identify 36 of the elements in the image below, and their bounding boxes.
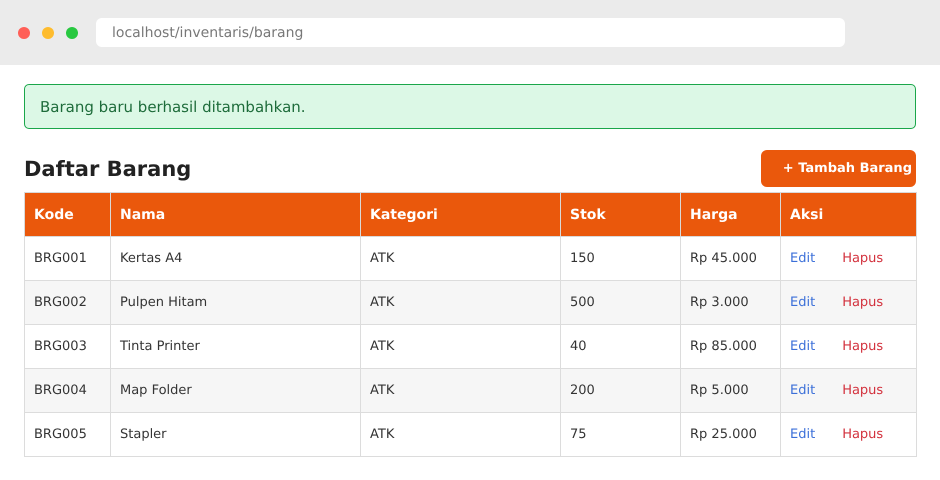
table-cell: 75 [560,412,680,456]
table-cell: BRG004 [24,368,110,412]
table-cell: Rp 3.000 [680,280,780,324]
edit-link[interactable]: Edit [790,251,816,266]
table-cell: 200 [560,368,680,412]
page-title: Daftar Barang [24,156,192,180]
table-cell: BRG002 [24,280,110,324]
table-cell: Stapler [110,412,360,456]
table-cell: ATK [360,368,560,412]
table-cell: Rp 25.000 [680,412,780,456]
table-cell: 500 [560,280,680,324]
add-item-button[interactable]: + Tambah Barang [760,150,916,187]
edit-link[interactable]: Edit [790,339,816,354]
column-header: Nama [110,192,360,236]
column-header: Aksi [780,192,916,236]
table-cell: Pulpen Hitam [110,280,360,324]
table-cell: Map Folder [110,368,360,412]
column-header: Kode [24,192,110,236]
table-cell: ATK [360,280,560,324]
success-alert: Barang baru berhasil ditambahkan. [24,84,916,129]
edit-link[interactable]: Edit [790,383,816,398]
table-cell: Rp 5.000 [680,368,780,412]
delete-link[interactable]: Hapus [842,383,884,398]
delete-link[interactable]: Hapus [842,251,884,266]
delete-link[interactable]: Hapus [842,339,884,354]
address-bar[interactable]: localhost/inventaris/barang [96,18,845,47]
delete-link[interactable]: Hapus [842,427,884,442]
table-cell: BRG005 [24,412,110,456]
delete-link[interactable]: Hapus [842,295,884,310]
column-header: Harga [680,192,780,236]
edit-link[interactable]: Edit [790,427,816,442]
column-header: Kategori [360,192,560,236]
edit-link[interactable]: Edit [790,295,816,310]
column-header: Stok [560,192,680,236]
table-cell: ATK [360,412,560,456]
window-controls-icon[interactable] [18,26,80,40]
